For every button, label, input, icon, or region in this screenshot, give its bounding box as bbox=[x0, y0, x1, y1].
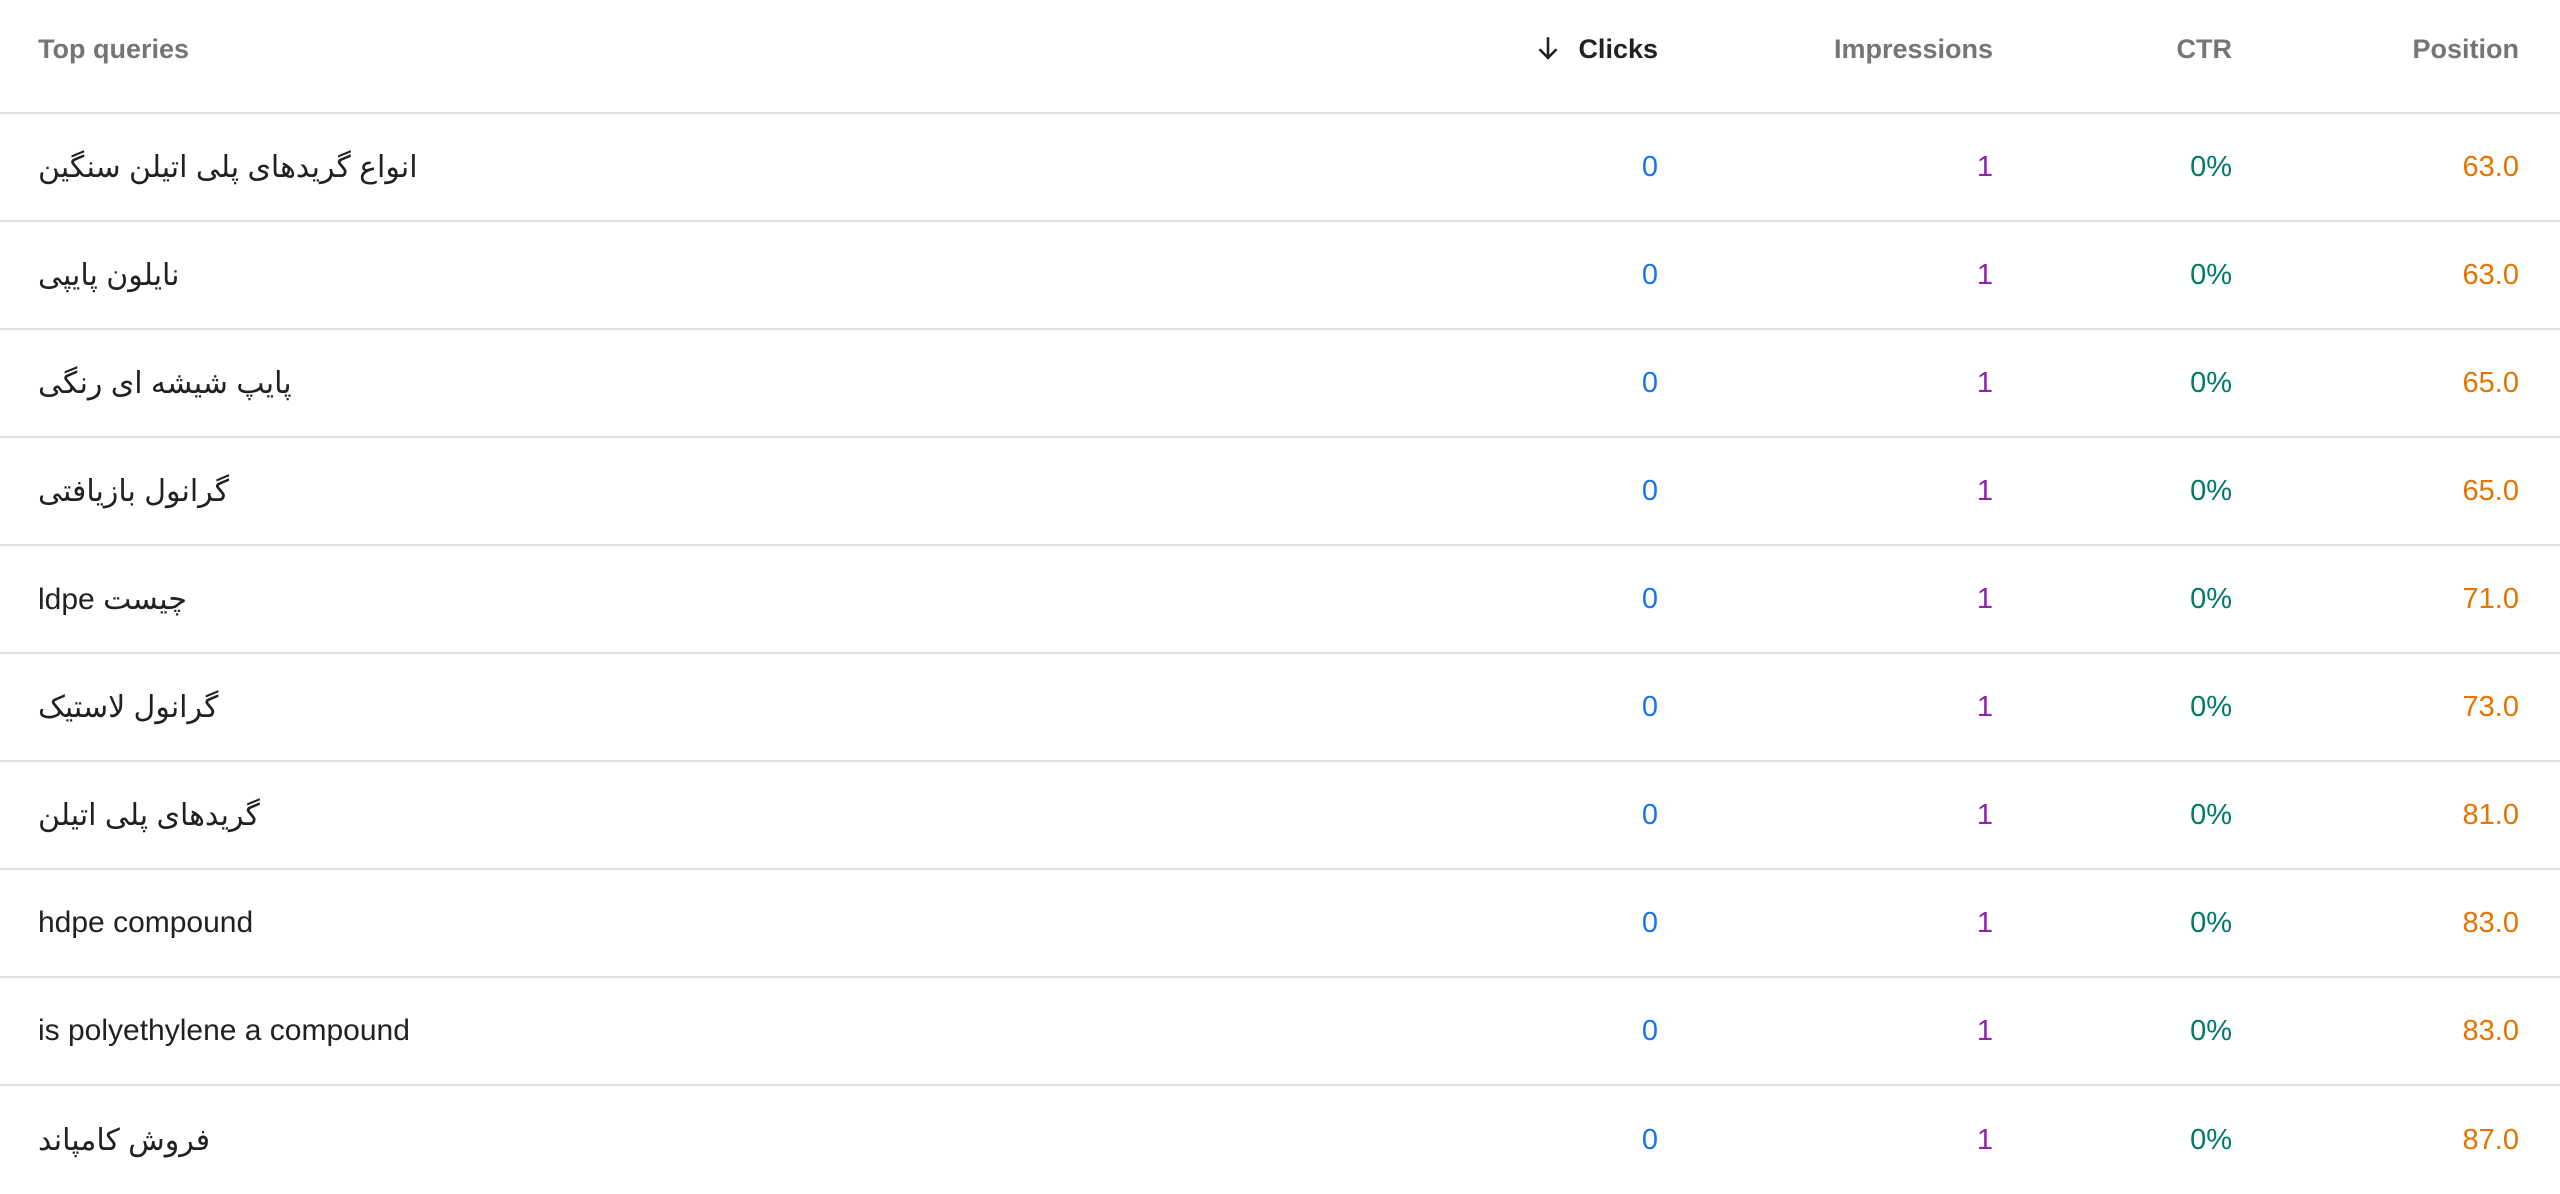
position-cell: 83.0 bbox=[2462, 906, 2519, 939]
position-cell: 87.0 bbox=[2462, 1123, 2519, 1156]
query-cell: گرانول بازیافتی bbox=[38, 474, 230, 508]
query-cell: is polyethylene a compound bbox=[38, 1014, 410, 1047]
query-cell: گریدهای پلی اتیلن bbox=[38, 798, 260, 832]
column-header-top-queries[interactable]: Top queries bbox=[38, 0, 1238, 105]
impressions-cell: 1 bbox=[1976, 366, 1993, 399]
ctr-cell: 0% bbox=[2190, 258, 2232, 291]
table-row[interactable]: ldpe چیست 0 1 0% 71.0 bbox=[0, 546, 2560, 654]
table-row[interactable]: گرانول لاستیک 0 1 0% 73.0 bbox=[0, 654, 2560, 762]
table-header-row: Top queries Clicks Impressions CTR Posit… bbox=[0, 0, 2560, 114]
clicks-cell: 0 bbox=[1641, 906, 1658, 939]
impressions-cell: 1 bbox=[1976, 1123, 1993, 1156]
position-cell: 63.0 bbox=[2462, 150, 2519, 183]
table-row[interactable]: انواع گریدهای پلی اتیلن سنگین 0 1 0% 63.… bbox=[0, 114, 2560, 222]
query-cell: hdpe compound bbox=[38, 906, 254, 939]
ctr-cell: 0% bbox=[2190, 474, 2232, 507]
clicks-cell: 0 bbox=[1641, 258, 1658, 291]
table-row[interactable]: نایلون پایپی 0 1 0% 63.0 bbox=[0, 222, 2560, 330]
table-row[interactable]: فروش کامپاند 0 1 0% 87.0 bbox=[0, 1086, 2560, 1194]
impressions-cell: 1 bbox=[1976, 474, 1993, 507]
position-cell: 83.0 bbox=[2462, 1014, 2519, 1047]
table-row[interactable]: گریدهای پلی اتیلن 0 1 0% 81.0 bbox=[0, 762, 2560, 870]
clicks-cell: 0 bbox=[1641, 474, 1658, 507]
table-row[interactable]: پایپ شیشه ای رنگی 0 1 0% 65.0 bbox=[0, 330, 2560, 438]
table-row[interactable]: hdpe compound 0 1 0% 83.0 bbox=[0, 870, 2560, 978]
impressions-cell: 1 bbox=[1976, 582, 1993, 615]
column-header-position[interactable]: Position bbox=[2413, 0, 2520, 105]
clicks-cell: 0 bbox=[1641, 798, 1658, 831]
column-header-clicks-label: Clicks bbox=[1578, 33, 1658, 64]
query-cell: فروش کامپاند bbox=[38, 1123, 211, 1157]
query-cell: گرانول لاستیک bbox=[38, 690, 219, 724]
clicks-cell: 0 bbox=[1641, 1014, 1658, 1047]
query-cell: نایلون پایپی bbox=[38, 258, 180, 292]
position-cell: 63.0 bbox=[2462, 258, 2519, 291]
impressions-cell: 1 bbox=[1976, 906, 1993, 939]
ctr-cell: 0% bbox=[2190, 1014, 2232, 1047]
impressions-cell: 1 bbox=[1976, 690, 1993, 723]
position-cell: 65.0 bbox=[2462, 474, 2519, 507]
column-header-impressions[interactable]: Impressions bbox=[1834, 0, 1993, 105]
position-cell: 81.0 bbox=[2462, 798, 2519, 831]
ctr-cell: 0% bbox=[2190, 150, 2232, 183]
arrow-downward-icon bbox=[1532, 33, 1564, 65]
column-header-clicks[interactable]: Clicks bbox=[1532, 0, 1658, 105]
position-cell: 71.0 bbox=[2462, 582, 2519, 615]
ctr-cell: 0% bbox=[2190, 906, 2232, 939]
ctr-cell: 0% bbox=[2190, 690, 2232, 723]
clicks-cell: 0 bbox=[1641, 150, 1658, 183]
impressions-cell: 1 bbox=[1976, 150, 1993, 183]
position-cell: 65.0 bbox=[2462, 366, 2519, 399]
clicks-cell: 0 bbox=[1641, 1123, 1658, 1156]
table-row[interactable]: گرانول بازیافتی 0 1 0% 65.0 bbox=[0, 438, 2560, 546]
query-cell: ldpe چیست bbox=[38, 582, 187, 616]
impressions-cell: 1 bbox=[1976, 1014, 1993, 1047]
top-queries-table: Top queries Clicks Impressions CTR Posit… bbox=[0, 0, 2560, 1194]
clicks-cell: 0 bbox=[1641, 582, 1658, 615]
ctr-cell: 0% bbox=[2190, 798, 2232, 831]
query-cell: انواع گریدهای پلی اتیلن سنگین bbox=[38, 150, 418, 184]
ctr-cell: 0% bbox=[2190, 1123, 2232, 1156]
column-header-ctr[interactable]: CTR bbox=[2177, 0, 2233, 105]
ctr-cell: 0% bbox=[2190, 582, 2232, 615]
impressions-cell: 1 bbox=[1976, 258, 1993, 291]
clicks-cell: 0 bbox=[1641, 366, 1658, 399]
table-row[interactable]: is polyethylene a compound 0 1 0% 83.0 bbox=[0, 978, 2560, 1086]
impressions-cell: 1 bbox=[1976, 798, 1993, 831]
position-cell: 73.0 bbox=[2462, 690, 2519, 723]
clicks-cell: 0 bbox=[1641, 690, 1658, 723]
query-cell: پایپ شیشه ای رنگی bbox=[38, 366, 292, 400]
ctr-cell: 0% bbox=[2190, 366, 2232, 399]
